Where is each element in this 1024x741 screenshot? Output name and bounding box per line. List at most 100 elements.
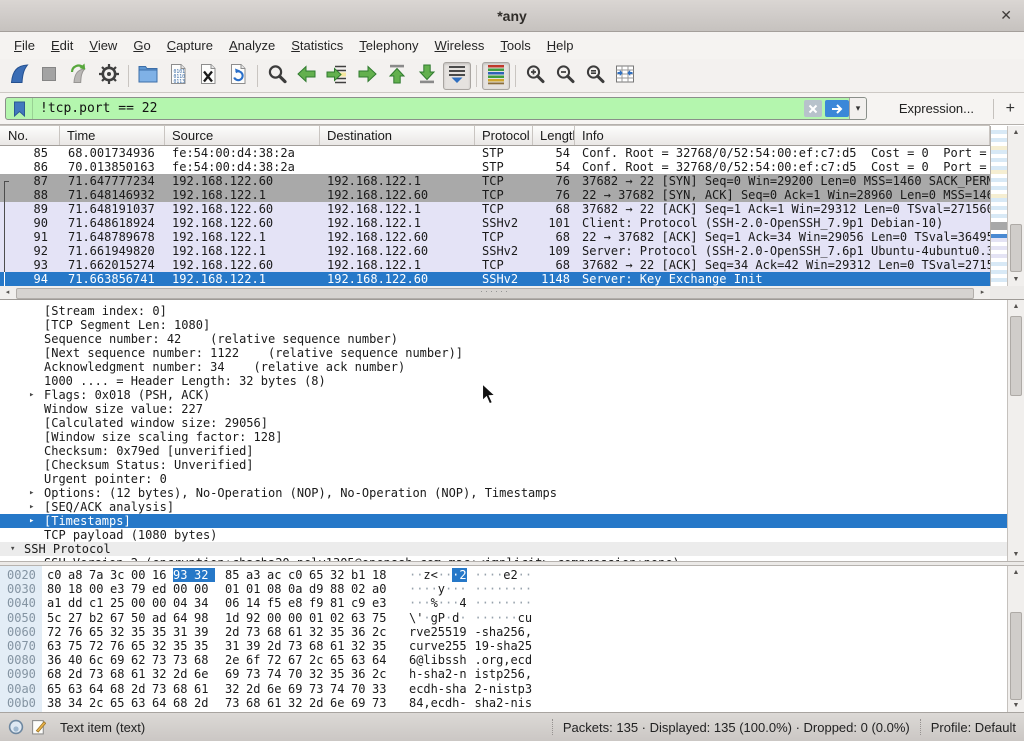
menu-wireless[interactable]: Wireless bbox=[427, 33, 493, 59]
menu-go[interactable]: Go bbox=[125, 33, 158, 59]
detail-line[interactable]: [Next sequence number: 1122 (relative se… bbox=[0, 346, 1007, 360]
zoom-out-button[interactable] bbox=[551, 62, 579, 90]
restart-capture-button[interactable] bbox=[65, 62, 93, 90]
menu-statistics[interactable]: Statistics bbox=[283, 33, 351, 59]
bookmark-icon[interactable] bbox=[6, 98, 33, 119]
scrollbar-thumb[interactable] bbox=[1010, 316, 1022, 396]
menu-view[interactable]: View bbox=[81, 33, 125, 59]
menu-analyze[interactable]: Analyze bbox=[221, 33, 283, 59]
detail-line[interactable]: Checksum: 0x79ed [unverified] bbox=[0, 444, 1007, 458]
detail-line[interactable]: ▸[Timestamps] bbox=[0, 514, 1007, 528]
hex-row[interactable]: 006072766532353531392d7368613235362crve2… bbox=[0, 625, 1007, 639]
scroll-left-icon[interactable]: ◂ bbox=[1, 286, 14, 299]
packet-row[interactable]: 9171.648789678192.168.122.1192.168.122.6… bbox=[0, 230, 990, 244]
column-header-info[interactable]: Info bbox=[575, 126, 990, 145]
column-header-source[interactable]: Source bbox=[165, 126, 320, 145]
menu-capture[interactable]: Capture bbox=[159, 33, 221, 59]
colorize-button[interactable] bbox=[482, 62, 510, 90]
resize-columns-button[interactable] bbox=[611, 62, 639, 90]
stop-capture-button[interactable] bbox=[35, 62, 63, 90]
hex-row[interactable]: 0020c0a87a3c0016933285a3acc06532b118··z<… bbox=[0, 568, 1007, 582]
pane-splitter-handle[interactable]: ······ bbox=[480, 289, 510, 294]
packet-row[interactable]: 8568.001734936fe:54:00:d4:38:2aSTP54Conf… bbox=[0, 146, 990, 160]
menu-file[interactable]: File bbox=[6, 33, 43, 59]
hex-row[interactable]: 00a0656364682d736861322d6e6973747033ecdh… bbox=[0, 682, 1007, 696]
expression-button[interactable]: Expression... bbox=[899, 93, 974, 125]
filter-dropdown-caret-icon[interactable]: ▾ bbox=[849, 98, 866, 119]
menu-edit[interactable]: Edit bbox=[43, 33, 81, 59]
detail-line[interactable]: [Checksum Status: Unverified] bbox=[0, 458, 1007, 472]
collapsed-icon[interactable]: ▸ bbox=[29, 388, 34, 402]
hex-row[interactable]: 00505c27b26750ad64981d92000001026375\'·g… bbox=[0, 611, 1007, 625]
filter-text[interactable]: !tcp.port == 22 bbox=[33, 101, 804, 116]
previous-packet-button[interactable] bbox=[293, 62, 321, 90]
packet-row[interactable]: 8971.648191037192.168.122.60192.168.122.… bbox=[0, 202, 990, 216]
scroll-down-icon[interactable]: ▼ bbox=[1008, 699, 1024, 712]
scrollbar-thumb[interactable] bbox=[1010, 612, 1022, 700]
detail-line[interactable]: Sequence number: 42 (relative sequence n… bbox=[0, 332, 1007, 346]
scroll-up-icon[interactable]: ▲ bbox=[1008, 300, 1024, 313]
next-packet-button[interactable] bbox=[323, 62, 351, 90]
expanded-icon[interactable]: ▾ bbox=[10, 542, 15, 556]
detail-line[interactable]: ▸Flags: 0x018 (PSH, ACK) bbox=[0, 388, 1007, 402]
zoom-in-button[interactable] bbox=[521, 62, 549, 90]
scrollbar-thumb[interactable] bbox=[1010, 224, 1022, 272]
close-capture-button[interactable] bbox=[194, 62, 222, 90]
hex-row[interactable]: 008036406c69627373682e6f72672c6563646@li… bbox=[0, 653, 1007, 667]
add-filter-button[interactable]: + bbox=[993, 99, 1015, 119]
hex-row[interactable]: 0040a1ddc125000004340614f5e8f981c9e3···%… bbox=[0, 596, 1007, 610]
save-capture-button[interactable]: 010101100113 bbox=[164, 62, 192, 90]
packet-row[interactable]: 8771.647777234192.168.122.60192.168.122.… bbox=[0, 174, 990, 188]
scroll-right-icon[interactable]: ▸ bbox=[976, 286, 989, 299]
column-header-protocol[interactable]: Protocol bbox=[475, 126, 533, 145]
column-header-time[interactable]: Time bbox=[60, 126, 165, 145]
packet-row[interactable]: 8871.648146932192.168.122.1192.168.122.6… bbox=[0, 188, 990, 202]
display-filter-input[interactable]: !tcp.port == 22 ▾ bbox=[5, 97, 867, 120]
hex-row[interactable]: 0090682d736861322d6e697374703235362ch-sh… bbox=[0, 667, 1007, 681]
scroll-up-icon[interactable]: ▲ bbox=[1008, 126, 1024, 139]
start-capture-button[interactable] bbox=[5, 62, 33, 90]
packet-row[interactable]: 8670.013850163fe:54:00:d4:38:2aSTP54Conf… bbox=[0, 160, 990, 174]
column-header-length[interactable]: Length bbox=[533, 126, 575, 145]
detail-line[interactable]: ▾SSH Protocol bbox=[0, 542, 1007, 556]
go-to-packet-button[interactable] bbox=[353, 62, 381, 90]
hex-row[interactable]: 00b038342c656364682d736861322d6e697384,e… bbox=[0, 696, 1007, 710]
detail-line[interactable]: [Window size scaling factor: 128] bbox=[0, 430, 1007, 444]
status-profile[interactable]: Profile: Default bbox=[931, 720, 1016, 735]
clear-filter-icon[interactable] bbox=[804, 100, 822, 117]
detail-line[interactable]: [Calculated window size: 29056] bbox=[0, 416, 1007, 430]
capture-comment-icon[interactable] bbox=[32, 719, 46, 735]
scroll-down-icon[interactable]: ▼ bbox=[1008, 273, 1024, 286]
scroll-down-icon[interactable]: ▼ bbox=[1008, 548, 1024, 561]
details-scrollbar[interactable]: ▲ ▼ bbox=[1007, 300, 1024, 561]
packet-row[interactable]: 9271.661949820192.168.122.1192.168.122.6… bbox=[0, 244, 990, 258]
apply-filter-icon[interactable] bbox=[825, 100, 849, 117]
packet-row[interactable]: 9371.662015274192.168.122.60192.168.122.… bbox=[0, 258, 990, 272]
hex-row[interactable]: 0030801800e379ed00000101080ad98802a0····… bbox=[0, 582, 1007, 596]
detail-line[interactable]: Window size value: 227 bbox=[0, 402, 1007, 416]
expert-info-icon[interactable] bbox=[8, 719, 24, 735]
find-packet-button[interactable] bbox=[263, 62, 291, 90]
detail-line[interactable]: ▸[SEQ/ACK analysis] bbox=[0, 500, 1007, 514]
collapsed-icon[interactable]: ▸ bbox=[29, 486, 34, 500]
zoom-original-button[interactable] bbox=[581, 62, 609, 90]
bytes-scrollbar[interactable]: ▲ ▼ bbox=[1007, 566, 1024, 712]
open-capture-button[interactable] bbox=[134, 62, 162, 90]
detail-line[interactable]: 1000 .... = Header Length: 32 bytes (8) bbox=[0, 374, 1007, 388]
reload-capture-button[interactable] bbox=[224, 62, 252, 90]
auto-scroll-button[interactable] bbox=[443, 62, 471, 90]
hex-row[interactable]: 0070637572766532353531392d7368613235curv… bbox=[0, 639, 1007, 653]
column-header-no[interactable]: No. bbox=[0, 126, 60, 145]
detail-line[interactable]: TCP payload (1080 bytes) bbox=[0, 528, 1007, 542]
detail-line[interactable]: Acknowledgment number: 34 (relative ack … bbox=[0, 360, 1007, 374]
column-header-destination[interactable]: Destination bbox=[320, 126, 475, 145]
packet-row[interactable]: 9471.663856741192.168.122.1192.168.122.6… bbox=[0, 272, 990, 286]
packet-list-hscrollbar[interactable]: ◂ ▸ ······ bbox=[0, 286, 990, 300]
packet-list-scrollbar[interactable]: ▲ ▼ bbox=[1007, 126, 1024, 286]
detail-line[interactable]: [Stream index: 0] bbox=[0, 304, 1007, 318]
detail-line[interactable]: ▸Options: (12 bytes), No-Operation (NOP)… bbox=[0, 486, 1007, 500]
collapsed-icon[interactable]: ▸ bbox=[29, 514, 34, 528]
packet-minimap[interactable] bbox=[990, 126, 1007, 286]
detail-line[interactable]: Urgent pointer: 0 bbox=[0, 472, 1007, 486]
collapsed-icon[interactable]: ▸ bbox=[29, 500, 34, 514]
